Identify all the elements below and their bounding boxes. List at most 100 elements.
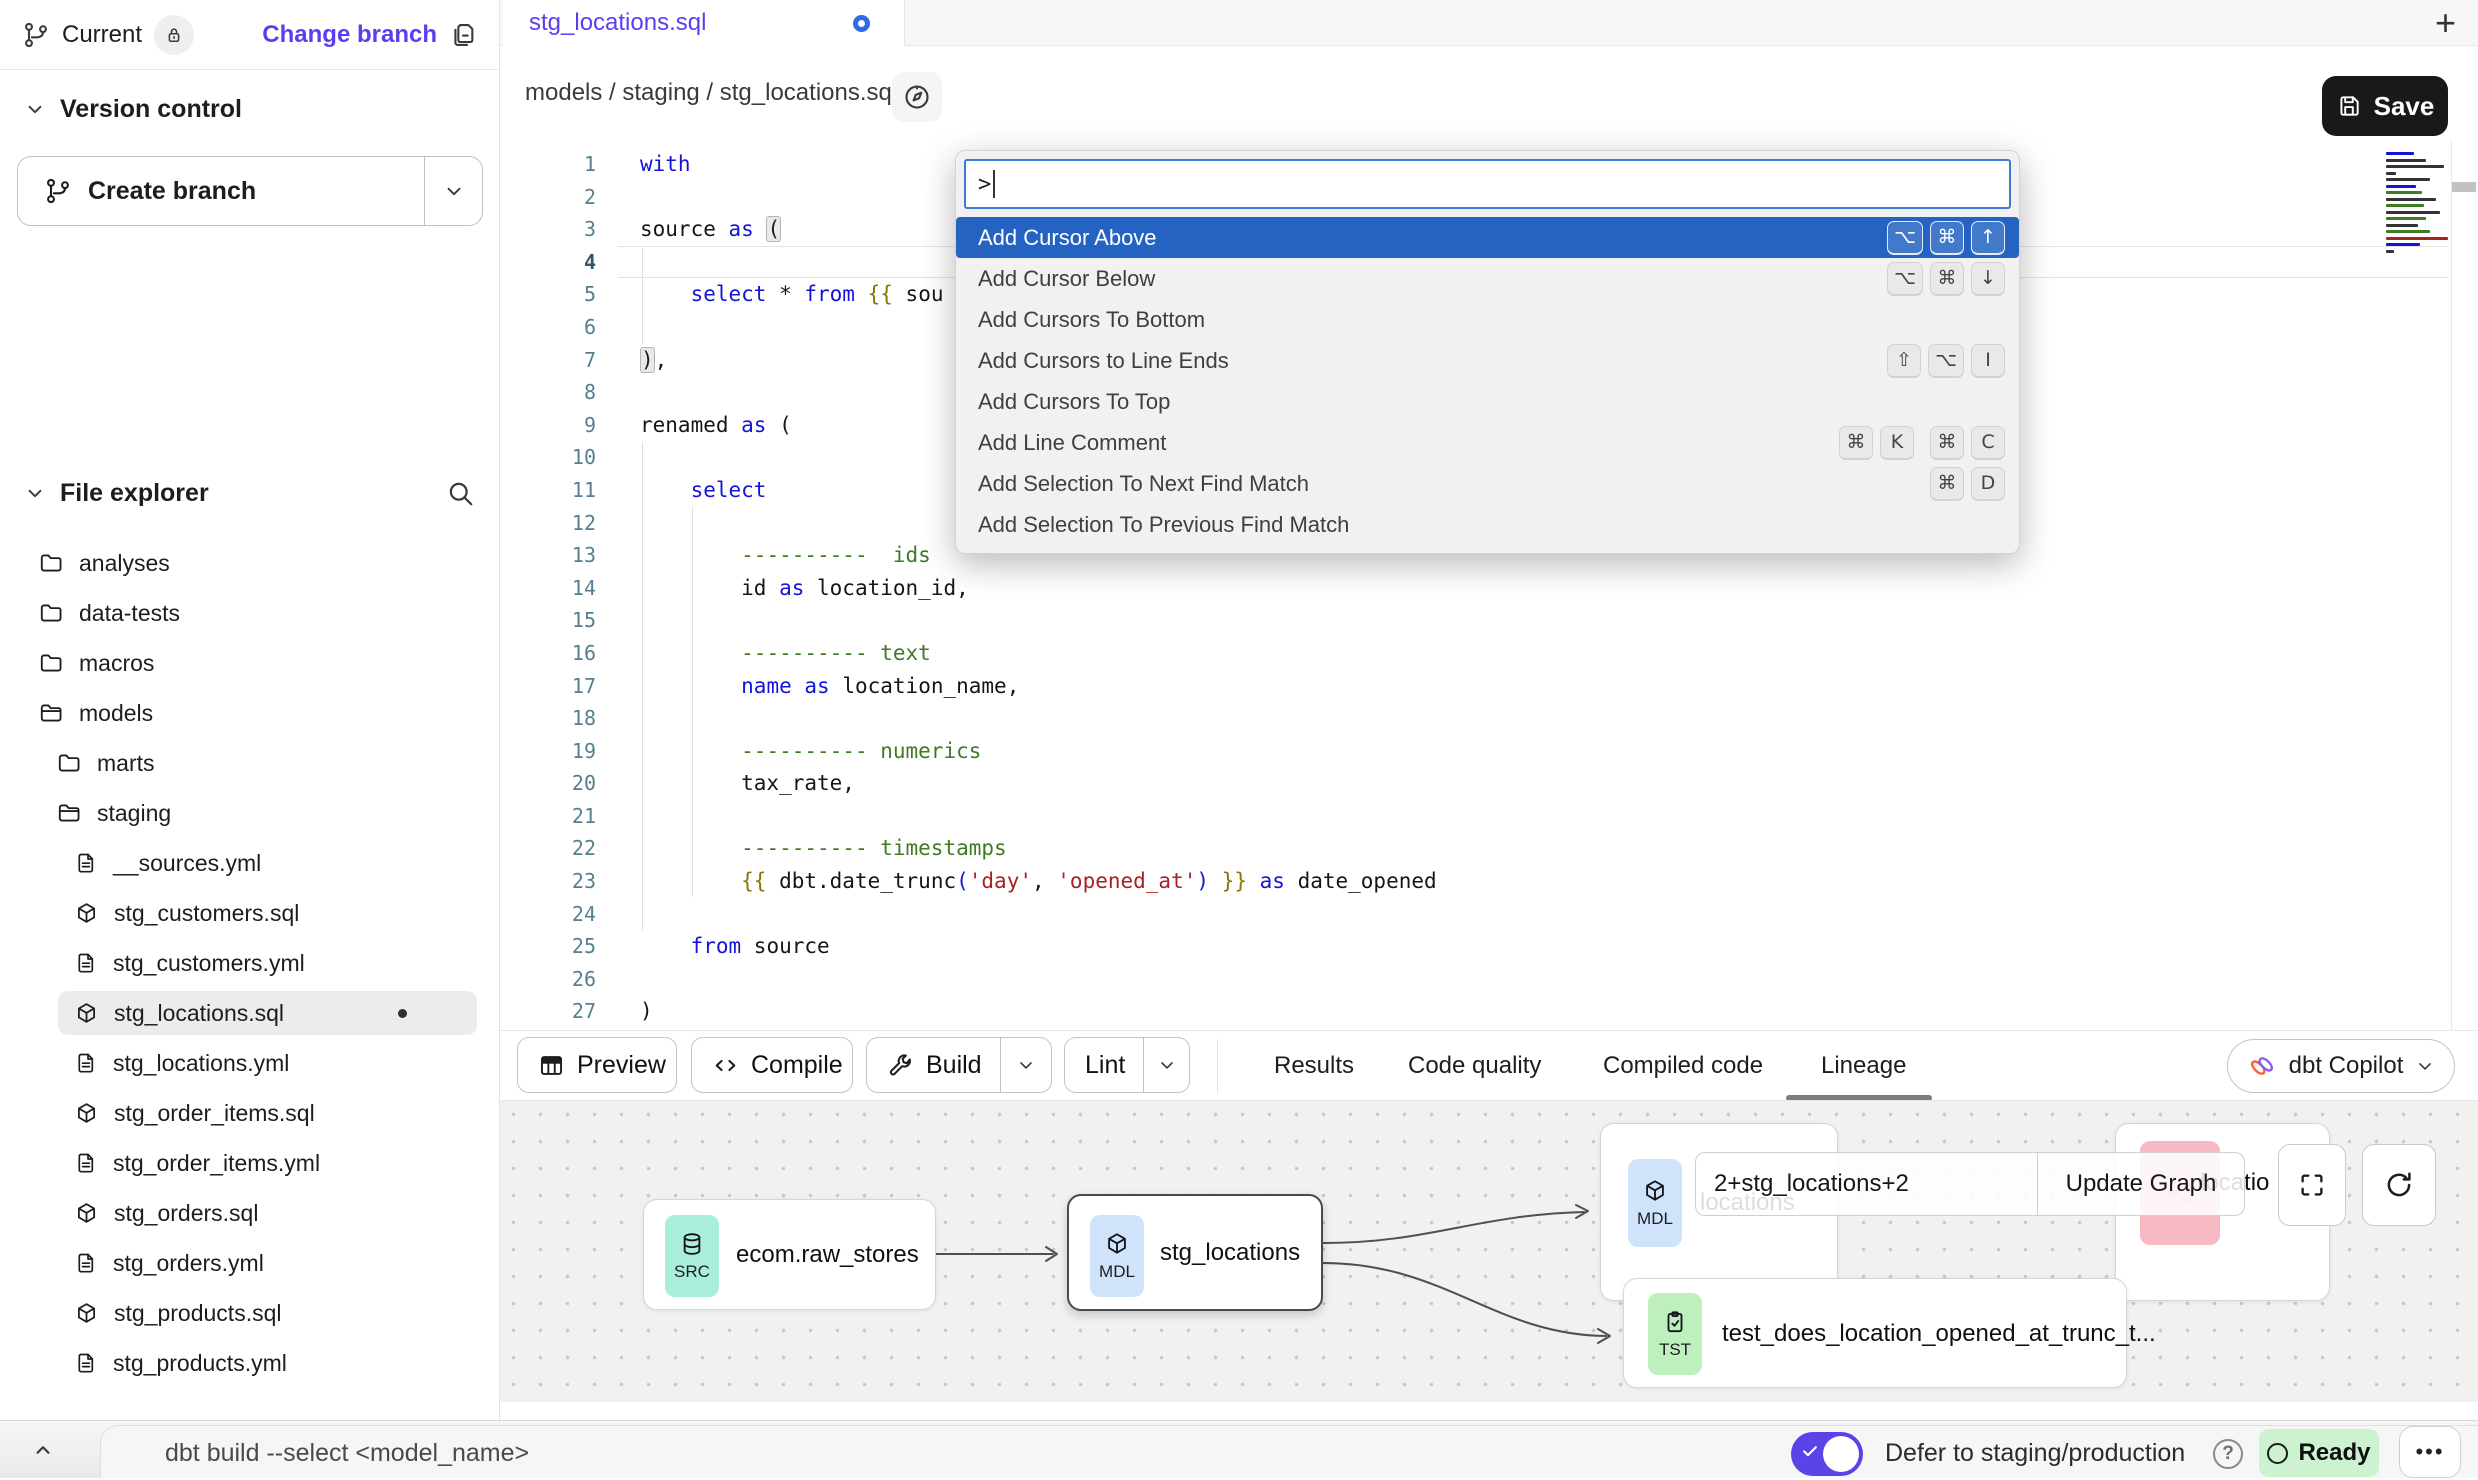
line-number: 10 <box>500 441 596 474</box>
file-label: analyses <box>79 550 170 577</box>
file-item-stg-order-items-yml[interactable]: stg_order_items.yml <box>0 1138 499 1188</box>
command-input[interactable]: dbt build --select <model_name> <box>165 1426 529 1480</box>
file-item-models[interactable]: models <box>0 688 499 738</box>
line-text: renamed as ( <box>640 409 792 442</box>
line-number: 23 <box>500 865 596 898</box>
file-item-stg-customers-yml[interactable]: stg_customers.yml <box>0 938 499 988</box>
build-button[interactable]: Build <box>866 1037 1052 1093</box>
line-number: 13 <box>500 539 596 572</box>
lineage-canvas[interactable]: SRC ecom.raw_stores MDL stg_locations MD… <box>500 1100 2478 1402</box>
file-item-staging[interactable]: staging <box>0 788 499 838</box>
command-item-add-cursors-to-top[interactable]: Add Cursors To Top <box>956 381 2019 422</box>
minimap-slider[interactable] <box>2452 182 2476 192</box>
version-control-header[interactable]: Version control <box>0 86 499 132</box>
code-line-18: 18 <box>500 702 2478 735</box>
file-item-stg-order-items-sql[interactable]: stg_order_items.sql <box>0 1088 499 1138</box>
chevron-up-icon[interactable] <box>30 1437 56 1463</box>
navigate-button[interactable] <box>892 72 942 122</box>
file-item-stg-customers-sql[interactable]: stg_customers.sql <box>0 888 499 938</box>
update-graph-button[interactable]: Update Graph <box>2038 1170 2244 1198</box>
line-text: with <box>640 148 691 181</box>
line-text: source as ( <box>640 213 781 246</box>
file-item-analyses[interactable]: analyses <box>0 538 499 588</box>
dbt-copilot-button[interactable]: dbt Copilot <box>2227 1039 2455 1093</box>
command-item-add-cursor-above[interactable]: Add Cursor Above⌥⌘↑ <box>956 217 2019 258</box>
build-dropdown[interactable] <box>1000 1038 1051 1092</box>
file-item-stg-products-yml[interactable]: stg_products.yml <box>0 1338 499 1388</box>
file-tree: analyses data-testsmacrosmodels marts stagi… <box>0 538 499 1388</box>
copy-icon[interactable] <box>449 21 477 49</box>
file-item-stg-products-sql[interactable]: stg_products.sql <box>0 1288 499 1338</box>
file-item-stg-orders-yml[interactable]: stg_orders.yml <box>0 1238 499 1288</box>
keycap: ⌘ <box>1930 262 1964 296</box>
command-item-add-line-comment[interactable]: Add Line Comment⌘K⌘C <box>956 422 2019 463</box>
model-icon <box>74 1301 99 1326</box>
refresh-icon <box>2383 1169 2415 1201</box>
more-options-button[interactable]: ••• <box>2399 1426 2461 1478</box>
dbt-copilot-icon <box>2247 1051 2277 1081</box>
lineage-search-input[interactable]: 2+stg_locations+2 <box>1696 1170 2037 1198</box>
create-branch-dropdown[interactable] <box>424 157 482 225</box>
search-icon[interactable] <box>445 478 475 508</box>
shortcut-keys: ⌘K⌘C <box>1839 426 2005 460</box>
shortcut-group: ⌘D <box>1930 467 2005 501</box>
command-item-add-cursor-below[interactable]: Add Cursor Below ⌥⌘↓ <box>956 258 2019 299</box>
minimap-line <box>2386 178 2430 181</box>
minimap-line <box>2386 204 2424 207</box>
command-item-add-cursors-to-bottom[interactable]: Add Cursors To Bottom <box>956 299 2019 340</box>
tab-results[interactable]: Results <box>1274 1031 1354 1101</box>
tab-stg-locations-sql[interactable]: stg_locations.sql <box>503 0 905 46</box>
file-item-data-tests[interactable]: data-tests <box>0 588 499 638</box>
save-button[interactable]: Save <box>2322 76 2448 136</box>
line-text: tax_rate, <box>640 767 855 800</box>
help-icon[interactable]: ? <box>2213 1439 2243 1469</box>
lint-dropdown[interactable] <box>1143 1038 1189 1092</box>
file-explorer-header[interactable]: File explorer <box>0 470 499 516</box>
defer-toggle[interactable] <box>1791 1432 1863 1476</box>
tab-lineage[interactable]: Lineage <box>1821 1031 1906 1101</box>
line-number: 3 <box>500 213 596 246</box>
file-item-marts[interactable]: marts <box>0 738 499 788</box>
compile-button[interactable]: Compile <box>691 1037 853 1093</box>
file-label: marts <box>97 750 155 777</box>
command-palette-input[interactable]: > <box>964 159 2011 209</box>
file-item-stg-orders-sql[interactable]: stg_orders.sql <box>0 1188 499 1238</box>
line-text: name as location_name, <box>640 670 1019 703</box>
shortcut-keys: ⌥⌘↓ <box>1887 262 2005 296</box>
command-item-add-cursors-to-line-ends[interactable]: Add Cursors to Line Ends⇧⌥I <box>956 340 2019 381</box>
line-text: ---------- text <box>640 637 931 670</box>
create-branch-button[interactable]: Create branch <box>17 156 483 226</box>
command-label: Add Cursor Below <box>978 266 1155 292</box>
code-line-20: 20 tax_rate, <box>500 767 2478 800</box>
file-item-stg-locations-yml[interactable]: stg_locations.yml <box>0 1038 499 1088</box>
breadcrumb: models / staging / stg_locations.sql <box>525 46 897 140</box>
line-number: 1 <box>500 148 596 181</box>
line-text: ---------- ids <box>640 539 931 572</box>
indent-guide <box>692 507 693 897</box>
minimap-line <box>2386 172 2396 175</box>
change-branch-link[interactable]: Change branch <box>262 21 437 49</box>
minimap[interactable] <box>2386 152 2450 256</box>
command-label: Add Cursors To Bottom <box>978 307 1205 333</box>
preview-button[interactable]: Preview <box>517 1037 677 1093</box>
folder-icon <box>38 550 64 576</box>
command-item-add-selection-to-next-find-match[interactable]: Add Selection To Next Find Match⌘D <box>956 463 2019 504</box>
lint-label: Lint <box>1085 1051 1125 1080</box>
fullscreen-button[interactable] <box>2278 1144 2346 1226</box>
file-item--sources-yml[interactable]: __sources.yml <box>0 838 499 888</box>
new-tab-button[interactable]: + <box>2435 6 2456 40</box>
minimap-line <box>2386 165 2444 168</box>
file-label: stg_locations.sql <box>114 1000 284 1027</box>
file-item-macros[interactable]: macros <box>0 638 499 688</box>
unsaved-dot-icon <box>853 15 870 32</box>
tab-compiled-code[interactable]: Compiled code <box>1603 1031 1763 1101</box>
code-editor[interactable]: 1with23source as (45 select * from {{ so… <box>500 140 2478 1030</box>
node-label: test_does_location_opened_at_trunc_t... <box>1722 1320 2156 1348</box>
command-item-add-selection-to-previous-find-match[interactable]: Add Selection To Previous Find Match <box>956 504 2019 545</box>
tab-code-quality[interactable]: Code quality <box>1408 1031 1541 1101</box>
line-number: 4 <box>500 246 596 279</box>
refresh-button[interactable] <box>2362 1144 2436 1226</box>
code-line-27: 27) <box>500 995 2478 1028</box>
lint-button[interactable]: Lint <box>1064 1037 1190 1093</box>
file-item-stg-locations-sql[interactable]: stg_locations.sql <box>0 988 499 1038</box>
